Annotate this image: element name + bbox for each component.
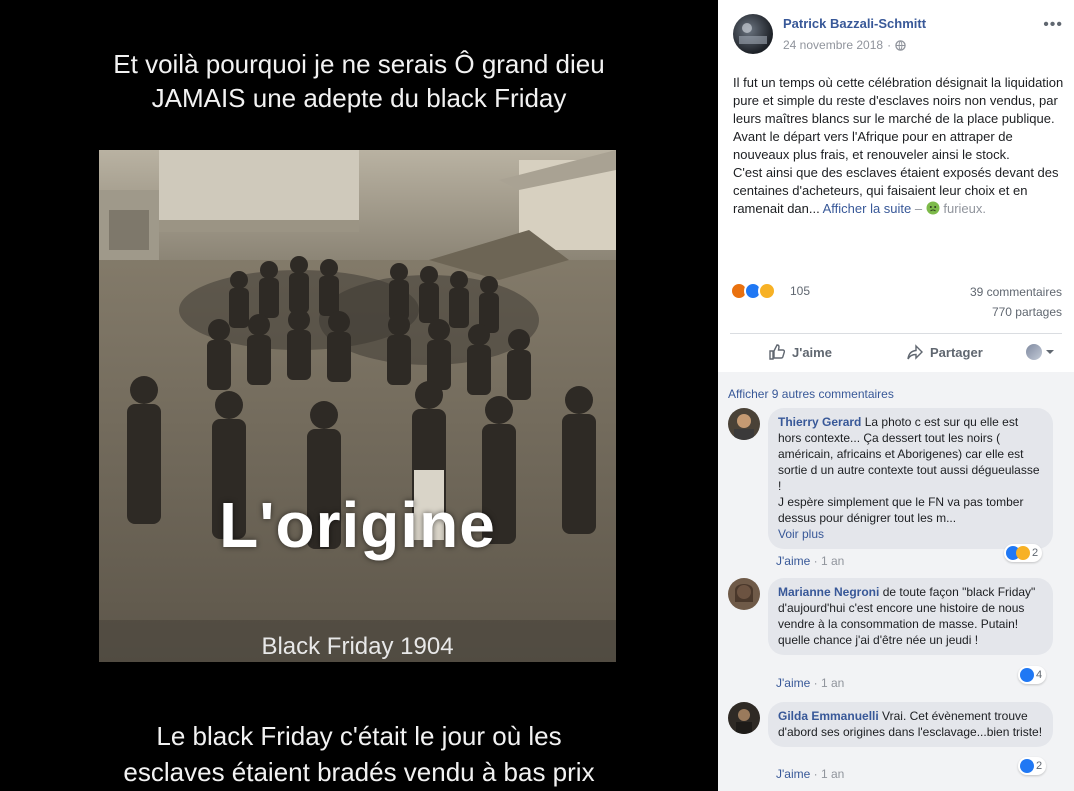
author-name[interactable]: Patrick Bazzali-Schmitt <box>783 16 926 31</box>
post-paragraph-2: C'est ainsi que des esclaves étaient exp… <box>733 164 1065 218</box>
comment-text-continued: J espère simplement que le FN va pas tom… <box>778 495 1024 525</box>
react-as-selector[interactable] <box>1026 344 1055 360</box>
share-icon <box>907 344 923 360</box>
commenter-avatar[interactable] <box>728 578 760 610</box>
photo-caption-bottom: Le black Friday c'était le jour où les e… <box>0 718 718 790</box>
photo-viewer: Et voilà pourquoi je ne serais Ô grand d… <box>0 0 718 791</box>
comment-time[interactable]: 1 an <box>821 767 844 781</box>
feeling-label: furieux. <box>943 201 987 216</box>
see-more-link[interactable]: Afficher la suite <box>823 201 912 216</box>
comment-footer: J'aime · 1 an <box>776 676 845 690</box>
commenter-avatar[interactable] <box>728 408 760 440</box>
caption-top-line-2: JAMAIS une adepte du black Friday <box>151 83 567 113</box>
feeling-separator: – <box>914 201 923 216</box>
commenter-name[interactable]: Gilda Emmanuelli <box>778 709 879 723</box>
comment-reaction-count: 2 <box>1032 547 1039 559</box>
post-date[interactable]: 24 novembre 2018 <box>783 38 883 52</box>
wow-icon <box>1016 546 1030 560</box>
post-actions: J'aime Partager <box>730 334 1062 372</box>
author-avatar-image <box>739 23 767 44</box>
comment-footer: J'aime · 1 an <box>776 554 845 568</box>
commenter-avatar[interactable] <box>728 702 760 734</box>
comment-count[interactable]: 39 commentaires <box>970 285 1062 299</box>
sad-icon <box>758 282 776 300</box>
commenter-name[interactable]: Thierry Gerard <box>778 415 861 429</box>
comment-like-link[interactable]: J'aime <box>776 767 810 781</box>
reaction-count[interactable]: 105 <box>790 284 810 298</box>
meta-separator: · <box>887 38 892 52</box>
share-count[interactable]: 770 partages <box>992 305 1062 319</box>
like-button[interactable]: J'aime <box>768 343 832 361</box>
like-icon <box>1020 759 1034 773</box>
reaction-icons[interactable] <box>730 282 776 300</box>
see-more-link[interactable]: Voir plus <box>778 526 1043 542</box>
post-meta: 24 novembre 2018 · <box>783 38 906 52</box>
comment-reactions[interactable]: 2 <box>1004 544 1043 562</box>
comment-reactions[interactable]: 2 <box>1018 757 1047 775</box>
comment-like-link[interactable]: J'aime <box>776 676 810 690</box>
reactions-summary: 105 39 commentaires 770 partages <box>730 282 1062 322</box>
thumbs-up-icon <box>769 344 786 360</box>
more-icon[interactable]: ••• <box>1043 16 1063 34</box>
profile-mini-avatar <box>1026 344 1042 360</box>
comment-bubble: Marianne Negroni de toute façon "black F… <box>768 578 1053 655</box>
photo-caption-top: Et voilà pourquoi je ne serais Ô grand d… <box>0 47 718 115</box>
caption-bottom-line-2: esclaves étaient bradés vendu à bas prix <box>123 757 595 787</box>
commenter-avatar-image <box>734 414 754 440</box>
view-more-comments-link[interactable]: Afficher 9 autres commentaires <box>728 387 894 401</box>
comment-reactions[interactable]: 4 <box>1018 666 1047 684</box>
commenter-name[interactable]: Marianne Negroni <box>778 585 879 599</box>
comment-reaction-count: 2 <box>1036 760 1043 772</box>
caption-top-line-1: Et voilà pourquoi je ne serais Ô grand d… <box>113 49 605 79</box>
post-body: Il fut un temps où cette célébration dés… <box>733 74 1065 218</box>
historical-photo: L'origine Black Friday 1904 <box>99 150 616 662</box>
photo-illustration <box>99 150 616 662</box>
image-title-overlay: L'origine <box>219 489 496 561</box>
chevron-down-icon <box>1046 350 1054 354</box>
commenter-avatar-image <box>736 709 752 734</box>
comment-bubble: Thierry Gerard La photo c est sur qu ell… <box>768 408 1053 549</box>
like-button-label: J'aime <box>792 344 832 360</box>
furious-face-icon <box>926 201 940 215</box>
comment-bubble: Gilda Emmanuelli Vrai. Cet évènement tro… <box>768 702 1053 747</box>
post-side-panel: Patrick Bazzali-Schmitt 24 novembre 2018… <box>718 0 1074 791</box>
share-button-label: Partager <box>930 344 983 360</box>
comment-time[interactable]: 1 an <box>821 676 844 690</box>
comment-time[interactable]: 1 an <box>821 554 844 568</box>
comment-footer: J'aime · 1 an <box>776 767 845 781</box>
post-header: Patrick Bazzali-Schmitt 24 novembre 2018… <box>733 14 1063 58</box>
commenter-avatar-image <box>735 584 753 602</box>
comments-section: Afficher 9 autres commentaires Thierry G… <box>718 372 1074 791</box>
like-icon <box>1020 668 1034 682</box>
image-subtitle-overlay: Black Friday 1904 <box>261 633 454 660</box>
globe-icon <box>895 39 906 51</box>
post-paragraph-1: Il fut un temps où cette célébration dés… <box>733 75 1064 162</box>
comment-reaction-count: 4 <box>1036 669 1043 681</box>
comment-like-link[interactable]: J'aime <box>776 554 810 568</box>
author-avatar[interactable] <box>733 14 773 54</box>
share-button[interactable]: Partager <box>906 343 983 361</box>
caption-bottom-line-1: Le black Friday c'était le jour où les <box>156 721 562 751</box>
